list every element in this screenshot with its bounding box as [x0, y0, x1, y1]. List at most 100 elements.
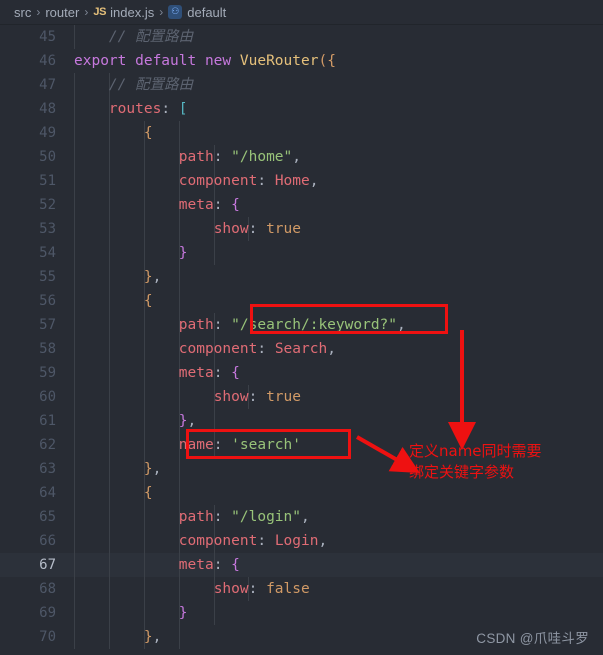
annotation-note: 定义name同时需要 绑定关键字参数: [409, 441, 542, 483]
code-token: :: [213, 317, 232, 333]
code-line[interactable]: 66 component: Login,: [0, 529, 603, 553]
code-token: ,: [301, 509, 310, 525]
code-line[interactable]: 67 meta: {: [0, 553, 603, 577]
code-line[interactable]: 55 },: [0, 265, 603, 289]
code-token: }: [178, 605, 188, 621]
code-token: ,: [309, 173, 319, 189]
breadcrumb-separator-icon: ›: [84, 5, 89, 19]
code-token: ,: [318, 533, 328, 549]
code-token: {: [143, 125, 153, 141]
code-tokens: },: [74, 461, 161, 477]
line-number: 54: [39, 245, 56, 261]
code-token: // 配置路由: [108, 77, 194, 93]
code-line[interactable]: 53 show: true: [0, 217, 603, 241]
code-line[interactable]: 45 // 配置路由: [0, 25, 603, 49]
code-tokens: show: true: [74, 221, 301, 237]
code-line[interactable]: 46 export default new VueRouter({: [0, 49, 603, 73]
code-tokens: path: "/home",: [74, 149, 301, 165]
code-tokens: }: [74, 245, 188, 261]
code-tokens: routes: [: [74, 101, 188, 117]
search-name-highlight-box: [186, 429, 351, 459]
code-line[interactable]: 69 }: [0, 601, 603, 625]
breadcrumb-item-index-js[interactable]: index.js: [110, 5, 154, 20]
code-line-content: {: [74, 481, 603, 505]
code-token: }: [143, 461, 153, 477]
code-line-content: routes: [: [74, 97, 603, 121]
code-line[interactable]: 52 meta: {: [0, 193, 603, 217]
code-line[interactable]: 68 show: false: [0, 577, 603, 601]
code-line[interactable]: 58 component: Search,: [0, 337, 603, 361]
code-token: "/home": [231, 149, 293, 165]
code-token: Home: [274, 173, 310, 189]
breadcrumb-item-default[interactable]: default: [187, 5, 226, 20]
indent-guide: [178, 457, 180, 481]
line-number: 70: [39, 629, 56, 645]
code-line-content: meta: {: [74, 193, 603, 217]
line-number: 55: [39, 269, 56, 285]
code-line[interactable]: 59 meta: {: [0, 361, 603, 385]
code-token: new: [204, 53, 240, 69]
code-tokens: path: "/login",: [74, 509, 310, 525]
line-number: 51: [39, 173, 56, 189]
breadcrumb: src › router › JS index.js › ⚇ default: [0, 0, 603, 25]
code-token: {: [327, 53, 336, 69]
indent-guide: [178, 625, 180, 649]
code-tokens: show: false: [74, 581, 310, 597]
code-token: ,: [152, 461, 162, 477]
code-token: show: [213, 221, 249, 237]
code-line-content: // 配置路由: [74, 25, 603, 49]
code-line-content: export default new VueRouter({: [74, 49, 603, 73]
code-token: :: [257, 341, 275, 357]
code-token: (: [318, 53, 328, 69]
line-number: 61: [39, 413, 56, 429]
code-line-content: component: Home,: [74, 169, 603, 193]
code-line[interactable]: 64 {: [0, 481, 603, 505]
code-token: path: [178, 149, 214, 165]
indent-guide: [178, 289, 180, 313]
code-line-content: {: [74, 121, 603, 145]
indent-guides: [74, 481, 603, 505]
code-line[interactable]: 51 component: Home,: [0, 169, 603, 193]
code-token: VueRouter: [239, 53, 319, 69]
indent-guide: [178, 121, 180, 145]
code-token: :: [213, 557, 232, 573]
code-token: ,: [292, 149, 301, 165]
code-line[interactable]: 54 }: [0, 241, 603, 265]
line-number: 47: [39, 77, 56, 93]
code-tokens: },: [74, 629, 161, 645]
code-line[interactable]: 49 {: [0, 121, 603, 145]
code-token: }: [178, 245, 188, 261]
line-number: 65: [39, 509, 56, 525]
code-token: false: [266, 581, 310, 597]
code-line[interactable]: 50 path: "/home",: [0, 145, 603, 169]
line-number: 48: [39, 101, 56, 117]
code-token: :: [257, 173, 275, 189]
code-line[interactable]: 60 show: true: [0, 385, 603, 409]
code-line[interactable]: 65 path: "/login",: [0, 505, 603, 529]
code-line[interactable]: 48 routes: [: [0, 97, 603, 121]
code-area[interactable]: 45 // 配置路由 46 export default new VueRouter…: [0, 25, 603, 655]
breadcrumb-item-router[interactable]: router: [45, 5, 79, 20]
code-editor-screenshot: src › router › JS index.js › ⚇ default 4…: [0, 0, 603, 655]
code-line[interactable]: 47 // 配置路由: [0, 73, 603, 97]
line-number: 63: [39, 461, 56, 477]
code-line-content: component: Login,: [74, 529, 603, 553]
breadcrumb-item-src[interactable]: src: [14, 5, 31, 20]
